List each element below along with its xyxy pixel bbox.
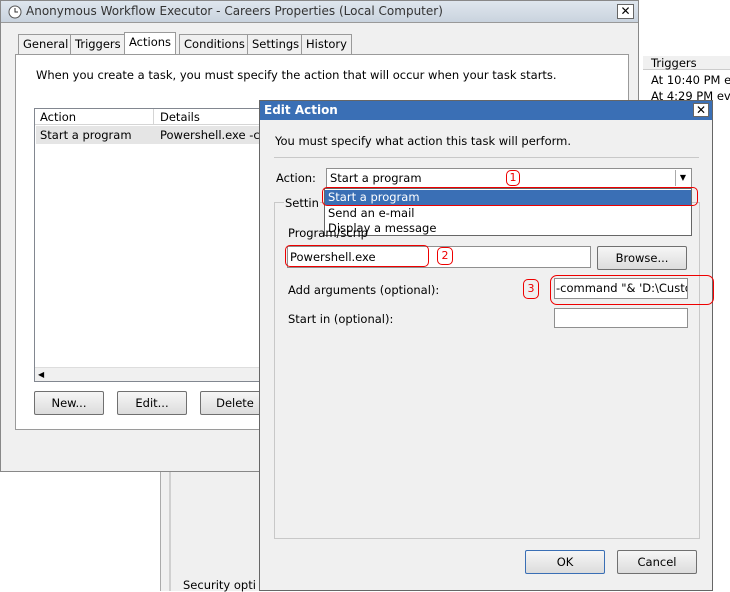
dropdown-option-send-email[interactable]: Send an e-mail: [328, 206, 414, 220]
program-label: Program/scrip: [288, 226, 368, 240]
dialog-title: Edit Action: [264, 103, 338, 117]
panel-divider: [169, 470, 171, 591]
highlight-box-1: [322, 187, 698, 206]
settings-group-label: Settin: [284, 196, 320, 210]
close-icon: ✕: [695, 103, 707, 117]
highlight-box-2: [285, 245, 429, 267]
chevron-down-icon[interactable]: ▼: [675, 170, 690, 186]
column-divider[interactable]: [153, 109, 154, 125]
tab-history[interactable]: History: [301, 34, 352, 54]
column-header-details[interactable]: Details: [160, 110, 200, 124]
row-details-cell: Powershell.exe -co: [160, 128, 267, 142]
annotation-marker-3: 3: [523, 279, 539, 299]
cancel-button[interactable]: Cancel: [617, 550, 697, 574]
edit-action-dialog: Edit Action ✕ You must specify what acti…: [259, 100, 714, 591]
table-row[interactable]: Start a program Powershell.exe -co: [36, 126, 272, 144]
browse-button[interactable]: Browse...: [597, 246, 687, 270]
task-clock-icon: [8, 5, 22, 19]
separator: [274, 157, 699, 158]
dialog-title-bar[interactable]: Edit Action ✕: [260, 101, 712, 120]
trigger-row[interactable]: At 10:40 PM eve: [651, 73, 730, 87]
tab-settings[interactable]: Settings: [247, 34, 305, 54]
annotation-marker-1: 1: [506, 170, 520, 186]
triggers-column-header[interactable]: Triggers: [643, 56, 730, 70]
start-in-input[interactable]: [554, 308, 688, 328]
ok-button[interactable]: OK: [525, 550, 605, 574]
dialog-instruction: You must specify what action this task w…: [275, 134, 571, 148]
close-button[interactable]: ✕: [617, 4, 634, 19]
scroll-left-icon[interactable]: ◀: [38, 370, 44, 379]
column-header-action[interactable]: Action: [40, 110, 76, 124]
window-title: Anonymous Workflow Executor - Careers Pr…: [26, 4, 443, 18]
actions-list[interactable]: Action Details Start a program Powershel…: [34, 108, 274, 382]
close-icon: ✕: [620, 4, 631, 18]
security-options-label: Security opti: [183, 578, 256, 592]
background-lower-panel: Security opti: [160, 470, 260, 592]
actions-description: When you create a task, you must specify…: [36, 68, 557, 82]
action-label: Action:: [276, 171, 316, 185]
tab-triggers[interactable]: Triggers: [70, 34, 126, 54]
start-in-label: Start in (optional):: [288, 312, 394, 326]
title-bar[interactable]: Anonymous Workflow Executor - Careers Pr…: [1, 1, 638, 23]
tab-actions[interactable]: Actions: [124, 32, 177, 55]
horizontal-scrollbar[interactable]: ◀: [35, 367, 273, 381]
row-action-cell: Start a program: [40, 128, 132, 142]
dialog-close-button[interactable]: ✕: [693, 103, 709, 117]
tab-general[interactable]: General: [18, 34, 74, 54]
annotation-marker-2: 2: [437, 247, 453, 265]
list-header: Action Details: [35, 109, 273, 125]
highlight-box-3: [550, 275, 714, 305]
edit-button[interactable]: Edit...: [117, 391, 187, 415]
add-arguments-label: Add arguments (optional):: [288, 283, 440, 297]
new-button[interactable]: New...: [34, 391, 104, 415]
action-selected-value: Start a program: [330, 171, 422, 185]
tab-conditions[interactable]: Conditions: [179, 34, 250, 54]
